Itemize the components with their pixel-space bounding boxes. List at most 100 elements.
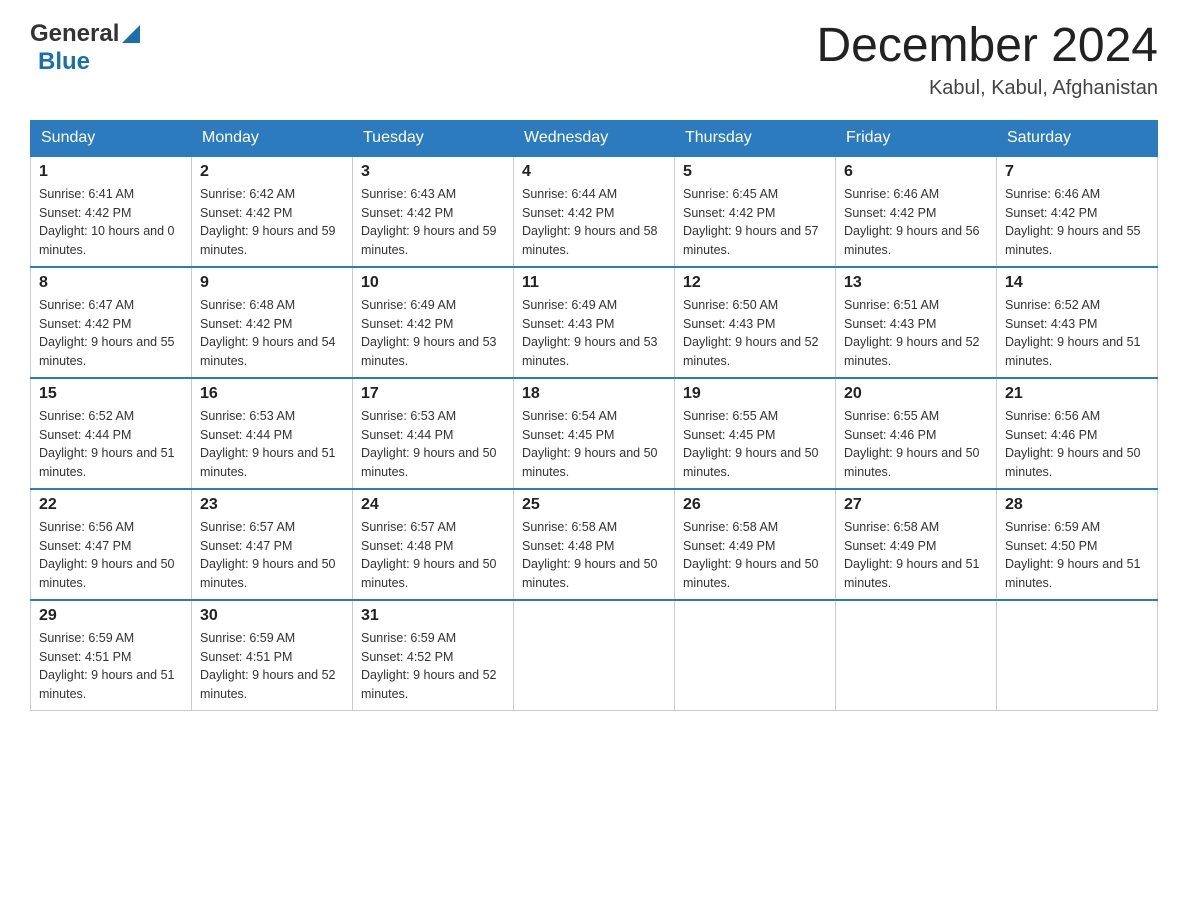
day-number: 12	[683, 274, 827, 292]
table-row: 4 Sunrise: 6:44 AMSunset: 4:42 PMDaylight…	[514, 156, 675, 267]
day-info: Sunrise: 6:57 AMSunset: 4:48 PMDaylight:…	[361, 518, 505, 593]
day-number: 18	[522, 385, 666, 403]
day-number: 16	[200, 385, 344, 403]
table-row: 11 Sunrise: 6:49 AMSunset: 4:43 PMDayligh…	[514, 267, 675, 378]
table-row: 26 Sunrise: 6:58 AMSunset: 4:49 PMDayligh…	[675, 489, 836, 600]
day-info: Sunrise: 6:46 AMSunset: 4:42 PMDaylight:…	[844, 185, 988, 260]
logo-triangle-icon	[122, 21, 140, 43]
day-number: 10	[361, 274, 505, 292]
header-day-friday: Friday	[836, 120, 997, 156]
day-info: Sunrise: 6:50 AMSunset: 4:43 PMDaylight:…	[683, 296, 827, 371]
day-info: Sunrise: 6:49 AMSunset: 4:43 PMDaylight:…	[522, 296, 666, 371]
day-number: 19	[683, 385, 827, 403]
day-number: 27	[844, 496, 988, 514]
table-row: 30 Sunrise: 6:59 AMSunset: 4:51 PMDayligh…	[192, 600, 353, 711]
month-title: December 2024	[816, 20, 1158, 73]
header-day-tuesday: Tuesday	[353, 120, 514, 156]
week-row-2: 8Sunrise: 6:47 AMSunset: 4:42 PMDaylight…	[31, 267, 1158, 378]
day-number: 31	[361, 607, 505, 625]
day-info: Sunrise: 6:42 AMSunset: 4:42 PMDaylight:…	[200, 185, 344, 260]
table-row: 19 Sunrise: 6:55 AMSunset: 4:45 PMDayligh…	[675, 378, 836, 489]
day-number: 30	[200, 607, 344, 625]
table-row	[514, 600, 675, 711]
table-row: 14 Sunrise: 6:52 AMSunset: 4:43 PMDayligh…	[997, 267, 1158, 378]
logo: General Blue	[30, 20, 140, 76]
day-number: 17	[361, 385, 505, 403]
day-number: 7	[1005, 163, 1149, 181]
day-info: Sunrise: 6:41 AMSunset: 4:42 PMDaylight:…	[39, 185, 183, 260]
table-row: 16 Sunrise: 6:53 AMSunset: 4:44 PMDayligh…	[192, 378, 353, 489]
day-info: Sunrise: 6:44 AMSunset: 4:42 PMDaylight:…	[522, 185, 666, 260]
week-row-1: 1 Sunrise: 6:41 AMSunset: 4:42 PMDaylight…	[31, 156, 1158, 267]
day-number: 22	[39, 496, 183, 514]
day-info: Sunrise: 6:52 AMSunset: 4:44 PMDaylight:…	[39, 407, 183, 482]
day-number: 3	[361, 163, 505, 181]
day-info: Sunrise: 6:56 AMSunset: 4:47 PMDaylight:…	[39, 518, 183, 593]
table-row: 15 Sunrise: 6:52 AMSunset: 4:44 PMDayligh…	[31, 378, 192, 489]
header-day-thursday: Thursday	[675, 120, 836, 156]
day-number: 15	[39, 385, 183, 403]
table-row: 23 Sunrise: 6:57 AMSunset: 4:47 PMDayligh…	[192, 489, 353, 600]
day-number: 11	[522, 274, 666, 292]
header-row: SundayMondayTuesdayWednesdayThursdayFrid…	[31, 120, 1158, 156]
day-info: Sunrise: 6:49 AMSunset: 4:42 PMDaylight:…	[361, 296, 505, 371]
table-row: 31 Sunrise: 6:59 AMSunset: 4:52 PMDayligh…	[353, 600, 514, 711]
day-info: Sunrise: 6:59 AMSunset: 4:51 PMDaylight:…	[39, 629, 183, 704]
logo-blue-text: Blue	[38, 48, 90, 76]
day-number: 2	[200, 163, 344, 181]
day-number: 13	[844, 274, 988, 292]
day-info: Sunrise: 6:58 AMSunset: 4:49 PMDaylight:…	[844, 518, 988, 593]
location-title: Kabul, Kabul, Afghanistan	[816, 77, 1158, 100]
table-row: 3Sunrise: 6:43 AMSunset: 4:42 PMDaylight…	[353, 156, 514, 267]
table-row: 13 Sunrise: 6:51 AMSunset: 4:43 PMDayligh…	[836, 267, 997, 378]
table-row: 8Sunrise: 6:47 AMSunset: 4:42 PMDaylight…	[31, 267, 192, 378]
logo-general-text: General	[30, 20, 119, 48]
day-info: Sunrise: 6:57 AMSunset: 4:47 PMDaylight:…	[200, 518, 344, 593]
day-info: Sunrise: 6:59 AMSunset: 4:50 PMDaylight:…	[1005, 518, 1149, 593]
day-info: Sunrise: 6:56 AMSunset: 4:46 PMDaylight:…	[1005, 407, 1149, 482]
table-row: 5 Sunrise: 6:45 AMSunset: 4:42 PMDaylight…	[675, 156, 836, 267]
week-row-3: 15 Sunrise: 6:52 AMSunset: 4:44 PMDayligh…	[31, 378, 1158, 489]
table-row: 6 Sunrise: 6:46 AMSunset: 4:42 PMDaylight…	[836, 156, 997, 267]
page-header: General Blue December 2024 Kabul, Kabul,…	[30, 20, 1158, 100]
day-info: Sunrise: 6:52 AMSunset: 4:43 PMDaylight:…	[1005, 296, 1149, 371]
day-number: 5	[683, 163, 827, 181]
day-number: 4	[522, 163, 666, 181]
day-number: 1	[39, 163, 183, 181]
day-info: Sunrise: 6:55 AMSunset: 4:46 PMDaylight:…	[844, 407, 988, 482]
day-info: Sunrise: 6:59 AMSunset: 4:51 PMDaylight:…	[200, 629, 344, 704]
day-number: 24	[361, 496, 505, 514]
day-info: Sunrise: 6:58 AMSunset: 4:49 PMDaylight:…	[683, 518, 827, 593]
header-day-sunday: Sunday	[31, 120, 192, 156]
day-info: Sunrise: 6:53 AMSunset: 4:44 PMDaylight:…	[200, 407, 344, 482]
day-info: Sunrise: 6:58 AMSunset: 4:48 PMDaylight:…	[522, 518, 666, 593]
day-info: Sunrise: 6:55 AMSunset: 4:45 PMDaylight:…	[683, 407, 827, 482]
table-row	[675, 600, 836, 711]
day-info: Sunrise: 6:48 AMSunset: 4:42 PMDaylight:…	[200, 296, 344, 371]
table-row: 21 Sunrise: 6:56 AMSunset: 4:46 PMDayligh…	[997, 378, 1158, 489]
day-number: 29	[39, 607, 183, 625]
day-info: Sunrise: 6:51 AMSunset: 4:43 PMDaylight:…	[844, 296, 988, 371]
day-number: 26	[683, 496, 827, 514]
table-row: 29 Sunrise: 6:59 AMSunset: 4:51 PMDayligh…	[31, 600, 192, 711]
day-number: 9	[200, 274, 344, 292]
table-row	[836, 600, 997, 711]
day-info: Sunrise: 6:59 AMSunset: 4:52 PMDaylight:…	[361, 629, 505, 704]
table-row: 20Sunrise: 6:55 AMSunset: 4:46 PMDayligh…	[836, 378, 997, 489]
day-info: Sunrise: 6:45 AMSunset: 4:42 PMDaylight:…	[683, 185, 827, 260]
table-row: 12 Sunrise: 6:50 AMSunset: 4:43 PMDayligh…	[675, 267, 836, 378]
day-number: 23	[200, 496, 344, 514]
table-row: 1 Sunrise: 6:41 AMSunset: 4:42 PMDaylight…	[31, 156, 192, 267]
table-row: 27 Sunrise: 6:58 AMSunset: 4:49 PMDayligh…	[836, 489, 997, 600]
day-number: 8	[39, 274, 183, 292]
table-row	[997, 600, 1158, 711]
header-day-monday: Monday	[192, 120, 353, 156]
day-number: 28	[1005, 496, 1149, 514]
title-section: December 2024 Kabul, Kabul, Afghanistan	[816, 20, 1158, 100]
day-info: Sunrise: 6:46 AMSunset: 4:42 PMDaylight:…	[1005, 185, 1149, 260]
table-row: 7 Sunrise: 6:46 AMSunset: 4:42 PMDaylight…	[997, 156, 1158, 267]
day-number: 21	[1005, 385, 1149, 403]
day-info: Sunrise: 6:53 AMSunset: 4:44 PMDaylight:…	[361, 407, 505, 482]
day-number: 14	[1005, 274, 1149, 292]
day-number: 6	[844, 163, 988, 181]
